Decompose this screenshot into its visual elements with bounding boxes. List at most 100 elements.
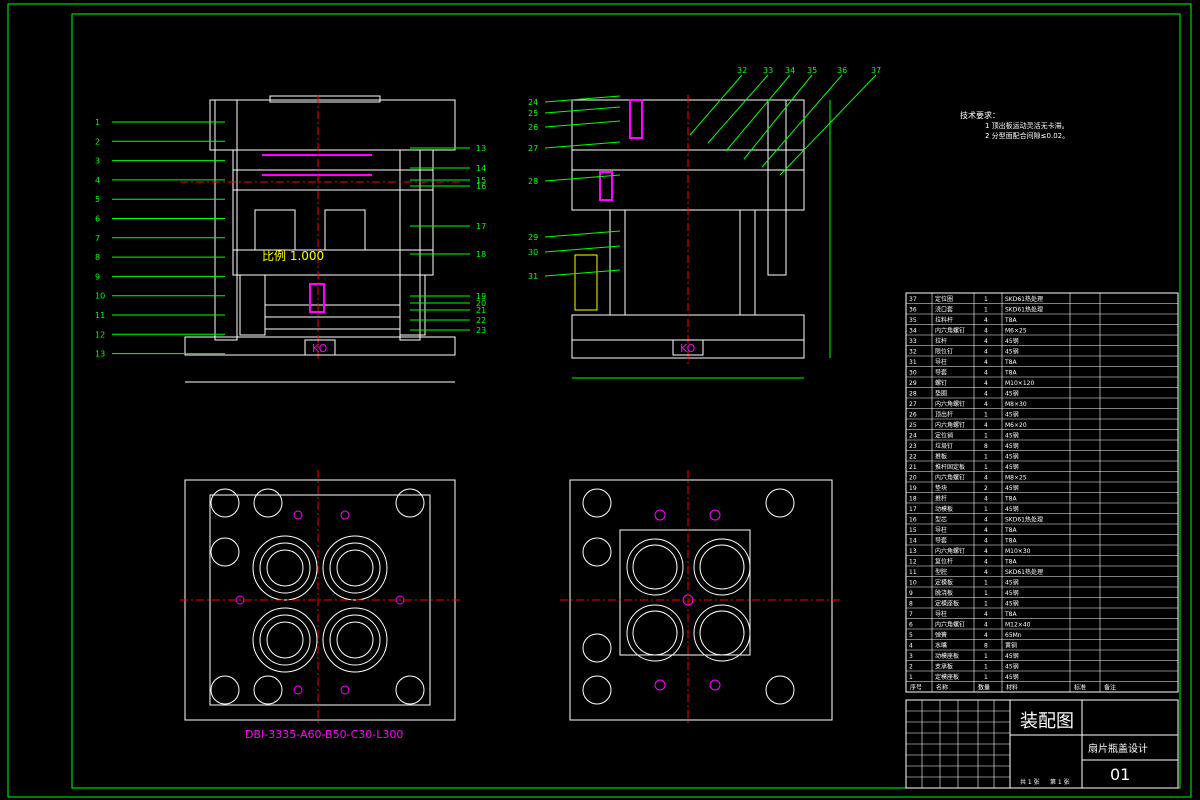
guide-hole	[253, 675, 283, 705]
bom-cell: 1	[984, 464, 988, 471]
bom-cell: 6	[909, 622, 913, 629]
title-block-grid	[906, 700, 1010, 788]
part-name: 扇片瓶盖设计	[1088, 742, 1148, 755]
bom-cell: 4	[984, 338, 988, 345]
callout-label: 11	[95, 311, 105, 320]
bom-cell: 1	[984, 664, 988, 671]
callout-label: 12	[95, 330, 105, 339]
bom-cell: T8A	[1004, 317, 1017, 324]
bom-cell: 8	[909, 601, 913, 608]
bom-cell: 23	[909, 443, 917, 450]
callout-label: 17	[476, 222, 486, 231]
bom-cell: M8×30	[1005, 401, 1027, 408]
bom-cell: 内六角螺钉	[935, 421, 965, 429]
front-scale-label: 比例 1.000	[262, 249, 324, 263]
bom-cell: 1	[984, 296, 988, 303]
bom-cell: 1	[984, 433, 988, 440]
cavity-ring	[322, 535, 388, 601]
bom-cell: SKD61热处理	[1005, 306, 1043, 314]
bom-cell: 1	[909, 674, 913, 681]
technical-requirements: 技术要求： 1 顶出板运动灵活无卡滞。 2 分型面配合间隙≤0.02。	[960, 110, 1069, 140]
cavity-ring	[336, 621, 374, 659]
ejector-pin-hole	[709, 679, 721, 691]
bom-cell: 内六角螺钉	[935, 400, 965, 408]
fixed-half-plan-view: DBI-3335-A60-B50-C30-L300	[180, 470, 460, 741]
bom-cell: 导柱	[935, 526, 947, 534]
core-ring	[699, 544, 745, 590]
bill-of-materials: 37 定位圈 1 SKD61热处理36 浇口套 1 SKD61热处理35 拉料杆 4 T8A34 内…	[905, 292, 1179, 693]
bom-cell: 4	[984, 611, 988, 618]
callout-label: 32	[737, 66, 747, 75]
bom-cell: 22	[909, 454, 917, 461]
guide-hole	[582, 488, 612, 518]
bom-cell: 导套	[935, 537, 947, 545]
bom-cell: 型芯	[935, 516, 947, 524]
bom-cell: 1	[984, 653, 988, 660]
callout-label: 10	[95, 292, 105, 301]
bom-cell: 45钢	[1005, 505, 1019, 513]
front-right-callouts: 1314151617181920212223	[410, 144, 486, 335]
ejector-retainer-plate	[264, 304, 401, 318]
callout-label: 33	[763, 66, 773, 75]
bom-cell: 4	[984, 317, 988, 324]
bom-cell: 4	[984, 569, 988, 576]
bom-cell: 型腔	[935, 568, 947, 576]
bom-cell: 定位销	[935, 432, 953, 440]
drawing-title: 装配图	[1020, 711, 1074, 732]
bom-cell: 垫块	[935, 484, 947, 492]
bom-cell: 黄铜	[1005, 642, 1017, 650]
bom-cell: 4	[984, 422, 988, 429]
bom-cell: 5	[909, 632, 913, 639]
cavity-inserts	[254, 209, 366, 251]
sheet-count: 共 1 张	[1020, 778, 1040, 786]
spacer-block-right	[399, 274, 426, 336]
bom-cell: 19	[909, 485, 917, 492]
bom-cell: 复位杆	[935, 558, 953, 566]
bom-cell: 顶出杆	[935, 411, 953, 419]
bom-cell: 4	[984, 370, 988, 377]
cavity-ring	[322, 607, 388, 673]
bom-cell: 20	[909, 475, 917, 482]
bom-cell: T8A	[1004, 611, 1017, 618]
callout-leader	[544, 95, 621, 103]
bom-cell: 定模板	[935, 579, 953, 587]
bom-cell: T8A	[1004, 359, 1017, 366]
bom-cell: M6×20	[1005, 422, 1027, 429]
cad-drawing-canvas: KO 比例 1.000 12345678910111213 1314151617…	[7, 3, 1192, 798]
ejector-pin-hole	[654, 509, 666, 521]
bom-cell: 4	[984, 538, 988, 545]
callout-label: 35	[807, 66, 817, 75]
bom-cell: 33	[909, 338, 917, 345]
guide-hole	[210, 675, 240, 705]
bom-cell: 7	[909, 611, 913, 618]
callout-label: 36	[837, 66, 847, 75]
front-view: KO 比例 1.000	[180, 95, 460, 383]
guide-hole	[253, 488, 283, 518]
bom-cell: 16	[909, 517, 917, 524]
guide-hole	[210, 537, 240, 567]
callout-label: 21	[476, 306, 486, 315]
callout-label: 14	[476, 164, 486, 173]
callout-leader	[544, 269, 621, 277]
callout-label: 34	[785, 66, 795, 75]
bom-cell: 1	[984, 601, 988, 608]
bom-cell: 29	[909, 380, 917, 387]
bom-cell: 45钢	[1005, 390, 1019, 398]
bom-cell: 内六角螺钉	[935, 474, 965, 482]
callout-leader	[544, 245, 621, 253]
bom-cell: 支承板	[935, 663, 953, 671]
bom-cell: 45钢	[1005, 432, 1019, 440]
guide-hole	[395, 488, 425, 518]
callout-leader	[544, 120, 621, 128]
bom-header-cell: 序号	[910, 684, 922, 692]
bom-cell: 4	[984, 401, 988, 408]
bom-cell: 垃圾钉	[935, 442, 953, 450]
side-support-right	[739, 209, 756, 316]
guide-pillar-left	[214, 99, 238, 341]
callout-label: 25	[528, 109, 538, 118]
bom-cell: 45钢	[1005, 579, 1019, 587]
callout-label: 26	[528, 123, 538, 132]
bom-cell: 4	[984, 622, 988, 629]
bom-cell: 推杆	[935, 495, 947, 503]
guide-hole	[765, 488, 795, 518]
